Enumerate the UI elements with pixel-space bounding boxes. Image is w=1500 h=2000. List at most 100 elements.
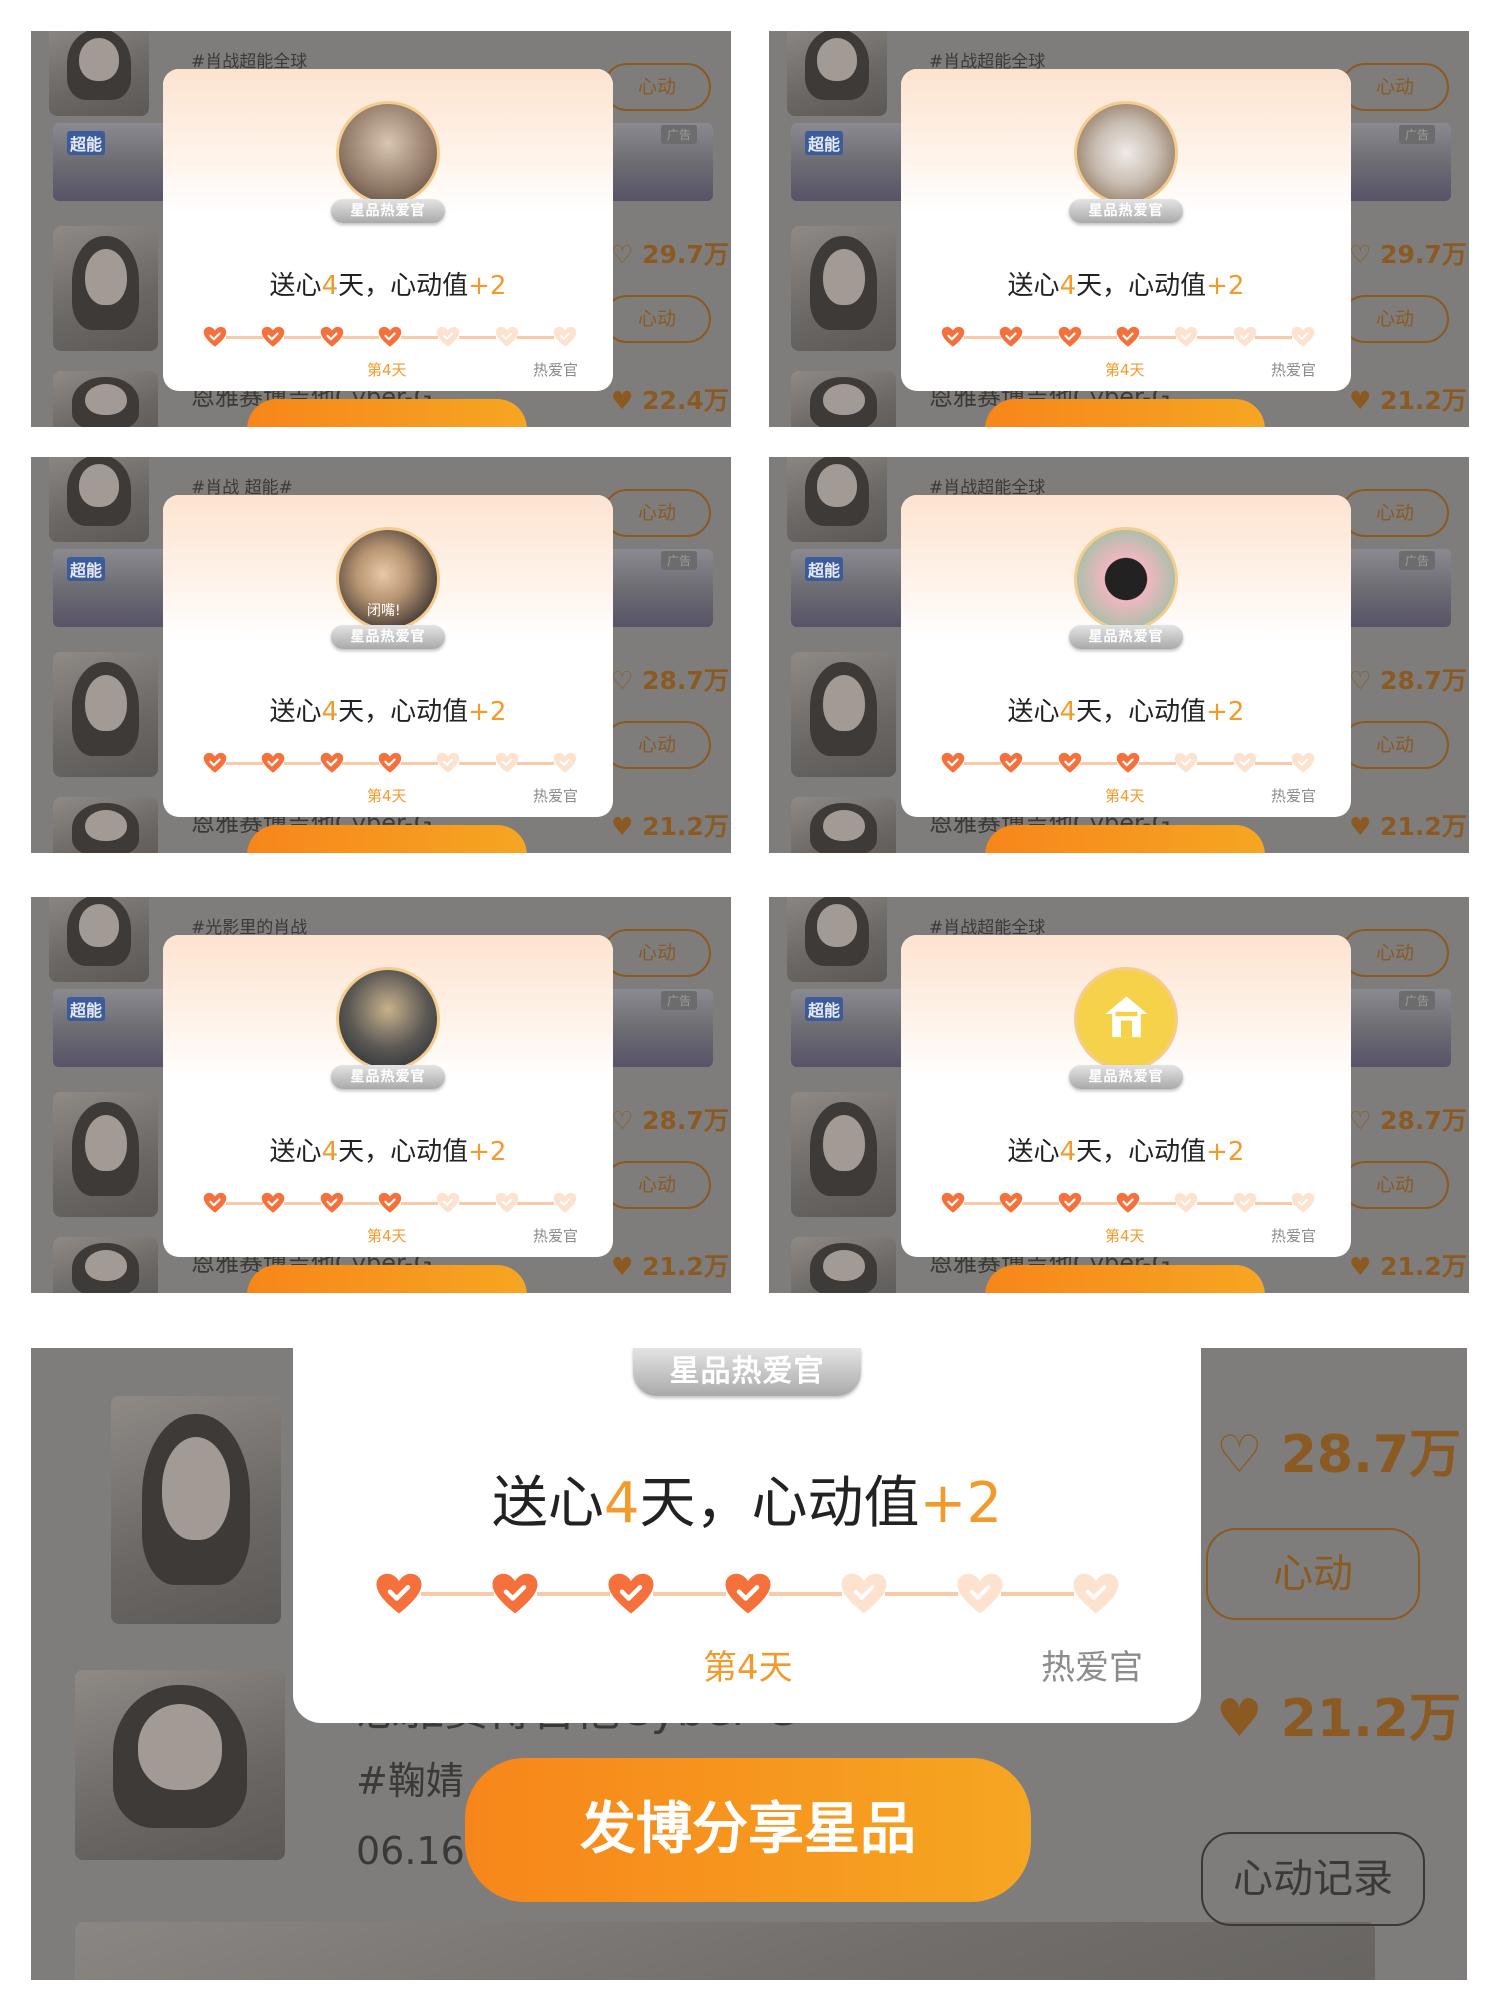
goal-label: 热爱官 [533,787,579,805]
heart-outline-icon: ♡ [1216,1425,1263,1485]
cheer-button[interactable]: 心动 [603,929,711,977]
cheer-button[interactable]: 心动 [1341,295,1449,343]
ad-logo: 超能 [67,557,106,581]
share-post-button[interactable]: 发博分享星品 [465,1758,1031,1902]
message-prefix: 送心 [269,271,322,301]
days-count: 4 [321,271,339,301]
heart-checked-icon [1116,751,1140,775]
heart-checked-icon [375,1570,423,1618]
goal-label: 热爱官 [1041,1648,1143,1688]
share-post-button[interactable] [247,1265,527,1293]
days-count: 4 [321,1137,339,1167]
ad-tag: 广告 [1399,125,1436,144]
share-post-button[interactable] [985,1265,1265,1293]
heart-outline-icon: ♡ [611,666,634,695]
cheer-button[interactable]: 心动 [1341,489,1449,537]
ad-tag: 广告 [661,991,698,1010]
night-walk-girl-avatar [336,967,440,1071]
share-post-button[interactable] [247,399,527,427]
progress-connector [1197,335,1234,339]
heart-empty-icon [1174,751,1198,775]
fan-level-badge: 星品热爱官 [331,199,445,223]
heart-empty-icon [495,325,519,349]
progress-hearts [203,751,577,775]
heart-checked-icon [320,1191,344,1215]
cheer-record-button[interactable]: 心动记录 [1201,1832,1425,1926]
progress-connector [342,335,380,339]
cheer-count-value: 28.7万 [1380,666,1467,695]
current-day-label: 第4天 [703,1648,793,1688]
ad-logo: 超能 [805,557,844,581]
share-post-button[interactable] [985,825,1265,853]
celebrity-photo [791,226,896,351]
cheer-button[interactable]: 心动 [1206,1528,1420,1620]
cheer-button[interactable]: 心动 [603,489,711,537]
cheer-count: ♥ 21.2万 [611,1247,729,1283]
points-gain: +2 [468,271,507,301]
heart-outline-icon: ♡ [611,240,634,269]
progress-connector [1022,761,1059,765]
celebrity-photo [53,1237,158,1293]
progress-connector [963,335,1001,339]
current-day-label: 第4天 [367,787,407,805]
progress-connector [284,1201,321,1205]
white-kitten-avatar [1074,101,1178,205]
cheer-count: ♡ 28.7万 [1349,1101,1467,1137]
heart-checked-icon [607,1570,655,1618]
cheer-button[interactable]: 心动 [603,721,711,769]
share-post-button[interactable] [247,825,527,853]
cheer-count-value: 21.2万 [1380,812,1467,841]
progress-connector [1138,761,1176,765]
goal-label: 热爱官 [533,1227,579,1245]
fan-level-badge: 星品热爱官 [1069,625,1183,649]
heart-empty-icon [1291,751,1315,775]
progress-connector [459,1201,496,1205]
ad-logo: 超能 [805,997,844,1021]
cheer-button[interactable]: 心动 [603,1161,711,1209]
share-post-button[interactable] [985,399,1265,427]
heart-checked-icon [724,1570,772,1618]
heart-empty-icon [553,1191,577,1215]
house-icon [1105,996,1148,1038]
cheer-message: 送心4天，心动值+2 [293,1458,1201,1539]
days-count: 4 [321,697,339,727]
cheer-message: 送心4天，心动值+2 [163,691,613,728]
heart-checked-icon [1116,1191,1140,1215]
progress-hearts [375,1570,1120,1618]
heart-checked-icon [1116,325,1140,349]
celebrity-photo [111,1396,281,1624]
popup-screenshot-panel: #肖战超能全球 超能 广告 心动 ♡ 28.7万 心动 恩雅赛博吉他Cyber-… [769,457,1469,853]
cheer-button[interactable]: 心动 [1341,63,1449,111]
message-prefix: 送心 [269,1137,322,1167]
cheer-count: ♡ 28.7万 [1349,661,1467,697]
progress-connector [225,1201,263,1205]
popup-screenshot-panel: #肖战超能全球 超能 广告 心动 ♡ 29.7万 心动 恩雅赛博吉他Cyber-… [769,31,1469,427]
heart-empty-icon [436,325,460,349]
heart-checked-icon [320,325,344,349]
progress-connector [225,761,263,765]
message-mid: 天，心动值 [338,1137,469,1167]
cheer-button[interactable]: 心动 [603,63,711,111]
progress-connector [225,335,263,339]
heart-outline-icon: ♡ [1349,666,1372,695]
celebrity-photo [791,797,896,853]
cheer-button[interactable]: 心动 [1341,1161,1449,1209]
celebrity-photo [791,371,896,427]
progress-connector [342,1201,380,1205]
message-prefix: 送心 [269,697,322,727]
progress-connector [1255,1201,1293,1205]
heart-empty-icon [553,751,577,775]
cheer-count-value: 21.2万 [1380,1252,1467,1281]
heart-checked-icon [203,325,227,349]
points-gain: +2 [1206,271,1245,301]
fan-popup-card: 星品热爱官 送心4天，心动值+2 第4天 热爱官 [901,935,1351,1257]
progress-hearts [941,1191,1315,1215]
cheer-button[interactable]: 心动 [603,295,711,343]
fan-popup-card: 闭嘴! 星品热爱官 送心4天，心动值+2 第4天 热爱官 [163,495,613,817]
progress-hearts [941,751,1315,775]
heart-checked-icon [261,751,285,775]
points-gain: +2 [1206,697,1245,727]
cheer-button[interactable]: 心动 [1341,721,1449,769]
avatar-caption: 闭嘴! [367,603,401,619]
cheer-button[interactable]: 心动 [1341,929,1449,977]
